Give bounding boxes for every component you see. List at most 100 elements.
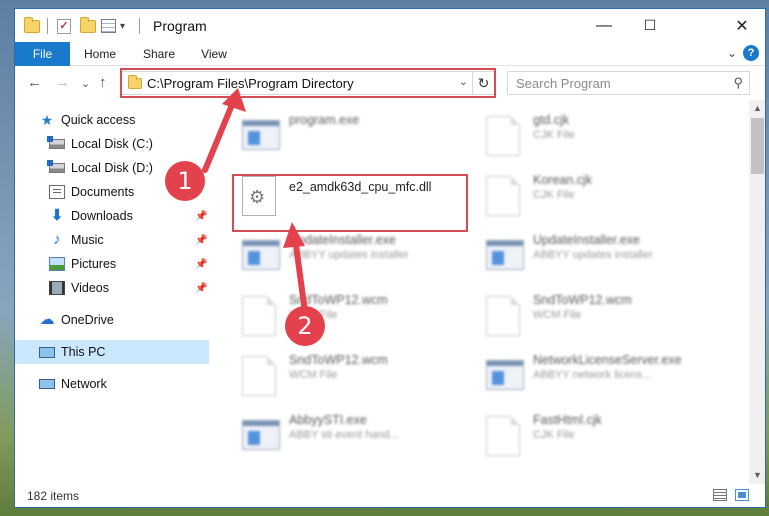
- sidebar-item-videos[interactable]: Videos 📌: [15, 276, 209, 300]
- address-highlight-box: [120, 68, 496, 98]
- forward-button[interactable]: →: [55, 74, 70, 91]
- file-name: UpdateInstaller.exe: [289, 233, 397, 247]
- window-title: Program: [153, 18, 207, 34]
- file-name: Korean.cjk: [533, 173, 593, 187]
- sidebar-item-label: Local Disk (C:): [71, 137, 153, 151]
- file-item[interactable]: FastHtml.cjk CJK File: [481, 406, 721, 462]
- help-icon[interactable]: ?: [743, 45, 759, 61]
- file-name: FastHtml.cjk: [533, 413, 602, 427]
- file-name: UpdateInstaller.exe: [533, 233, 641, 247]
- tab-share[interactable]: Share: [137, 42, 181, 66]
- expand-ribbon-icon[interactable]: ⌄: [727, 46, 737, 60]
- music-icon: ♪: [53, 231, 61, 248]
- file-item[interactable]: gtd.cjk CJK File: [481, 106, 721, 162]
- star-icon: ★: [40, 112, 54, 128]
- navigation-pane: ★ Quick access Local Disk (C:) Local Dis…: [15, 100, 211, 484]
- new-folder-icon[interactable]: [80, 16, 96, 33]
- file-description: ABBY sti event hand...: [289, 429, 399, 441]
- file-item[interactable]: Korean.cjk CJK File: [481, 166, 721, 222]
- file-item[interactable]: SndToWP12.wcm WCM File: [481, 286, 721, 342]
- pin-icon[interactable]: 📌: [195, 211, 207, 222]
- file-name: program.exe: [289, 113, 360, 127]
- exe-icon: [486, 240, 524, 270]
- exe-icon: [242, 240, 280, 270]
- pin-icon[interactable]: 📌: [195, 235, 207, 246]
- disk-icon: [47, 160, 65, 173]
- sidebar-item-network[interactable]: Network: [15, 372, 209, 396]
- network-icon: [39, 379, 55, 389]
- file-name: NetworkLicenseServer.exe: [533, 353, 682, 367]
- tab-view[interactable]: View: [195, 42, 233, 66]
- exe-icon: [242, 120, 280, 150]
- sidebar-item-label: This PC: [61, 345, 106, 359]
- pin-icon[interactable]: 📌: [195, 283, 207, 294]
- file-icon: [486, 296, 520, 336]
- quick-access-toolbar: [24, 16, 40, 35]
- videos-icon: [49, 281, 65, 295]
- divider: [47, 18, 48, 34]
- vertical-scrollbar[interactable]: ▲ ▼: [749, 100, 765, 484]
- scroll-up-icon[interactable]: ▲: [749, 100, 765, 117]
- search-icon[interactable]: ⚲: [733, 75, 743, 91]
- sidebar-item-quick-access[interactable]: ★ Quick access: [15, 108, 209, 132]
- item-count: 182 items: [27, 489, 80, 503]
- back-button[interactable]: ←: [27, 74, 42, 91]
- properties-check-icon[interactable]: ✓: [57, 18, 71, 34]
- search-input[interactable]: Search Program: [516, 76, 611, 91]
- file-name: SndToWP12.wcm: [533, 293, 632, 307]
- pin-icon[interactable]: 📌: [195, 259, 207, 270]
- sidebar-item-label: OneDrive: [61, 313, 114, 327]
- scroll-down-icon[interactable]: ▼: [749, 467, 765, 484]
- sidebar-item-label: Network: [61, 377, 107, 391]
- divider: [139, 18, 140, 34]
- step-2-badge: 2: [285, 306, 325, 346]
- search-box[interactable]: Search Program ⚲: [507, 71, 750, 95]
- sidebar-item-onedrive[interactable]: ☁ OneDrive: [15, 308, 209, 332]
- customize-quick-access-icon[interactable]: ▾: [120, 17, 125, 35]
- file-icon: [242, 356, 276, 396]
- file-item[interactable]: UpdateInstaller.exe ABBYY updates instal…: [237, 226, 477, 282]
- file-description: CJK File: [533, 189, 575, 201]
- minimize-button[interactable]: —: [581, 9, 627, 42]
- sidebar-item-label: Quick access: [61, 113, 136, 127]
- cloud-icon: ☁: [39, 311, 55, 328]
- sidebar-item-label: Downloads: [71, 209, 133, 223]
- tab-home[interactable]: Home: [77, 42, 123, 66]
- details-view-icon[interactable]: [713, 489, 727, 501]
- sidebar-item-pictures[interactable]: Pictures 📌: [15, 252, 209, 276]
- file-name: SndToWP12.wcm: [289, 293, 388, 307]
- file-item[interactable]: SndToWP12.wcm WCM File: [237, 346, 477, 402]
- file-description: ABBYY updates installer: [533, 249, 653, 261]
- scroll-thumb[interactable]: [751, 118, 764, 174]
- up-button[interactable]: ↑: [99, 74, 107, 91]
- computer-icon: [39, 346, 55, 358]
- file-item[interactable]: SndToWP12.wcm WCM File: [237, 286, 477, 342]
- recent-locations-button[interactable]: ⌄: [81, 77, 90, 90]
- tab-file[interactable]: File: [15, 42, 70, 66]
- download-icon: ⬇: [50, 207, 64, 224]
- large-icons-view-icon[interactable]: [735, 489, 749, 501]
- view-icon[interactable]: [101, 19, 116, 33]
- sidebar-item-music[interactable]: ♪ Music 📌: [15, 228, 209, 252]
- title-bar: ✓ ▾ Program — ☐ ✕: [15, 9, 765, 42]
- sidebar-item-label: Music: [71, 233, 104, 247]
- sidebar-item-downloads[interactable]: ⬇ Downloads 📌: [15, 204, 209, 228]
- file-item[interactable]: NetworkLicenseServer.exe ABBYY network l…: [481, 346, 721, 402]
- sidebar-item-local-disk-c[interactable]: Local Disk (C:): [15, 132, 209, 156]
- file-item[interactable]: UpdateInstaller.exe ABBYY updates instal…: [481, 226, 721, 282]
- close-button[interactable]: ✕: [719, 9, 765, 42]
- ribbon-tabs: File Home Share View ⌄ ?: [15, 42, 765, 66]
- sidebar-item-label: Local Disk (D:): [71, 161, 153, 175]
- file-icon: [486, 416, 520, 456]
- exe-icon: [242, 420, 280, 450]
- sidebar-item-this-pc[interactable]: This PC: [15, 340, 209, 364]
- file-icon: [486, 116, 520, 156]
- file-item[interactable]: program.exe: [237, 106, 477, 162]
- maximize-button[interactable]: ☐: [627, 9, 673, 42]
- file-item[interactable]: AbbyySTI.exe ABBY sti event hand...: [237, 406, 477, 462]
- sidebar-item-label: Documents: [71, 185, 135, 199]
- file-description: WCM File: [289, 369, 338, 381]
- file-description: WCM File: [533, 309, 582, 321]
- file-name: gtd.cjk: [533, 113, 570, 127]
- dll-highlight-box: [232, 174, 468, 232]
